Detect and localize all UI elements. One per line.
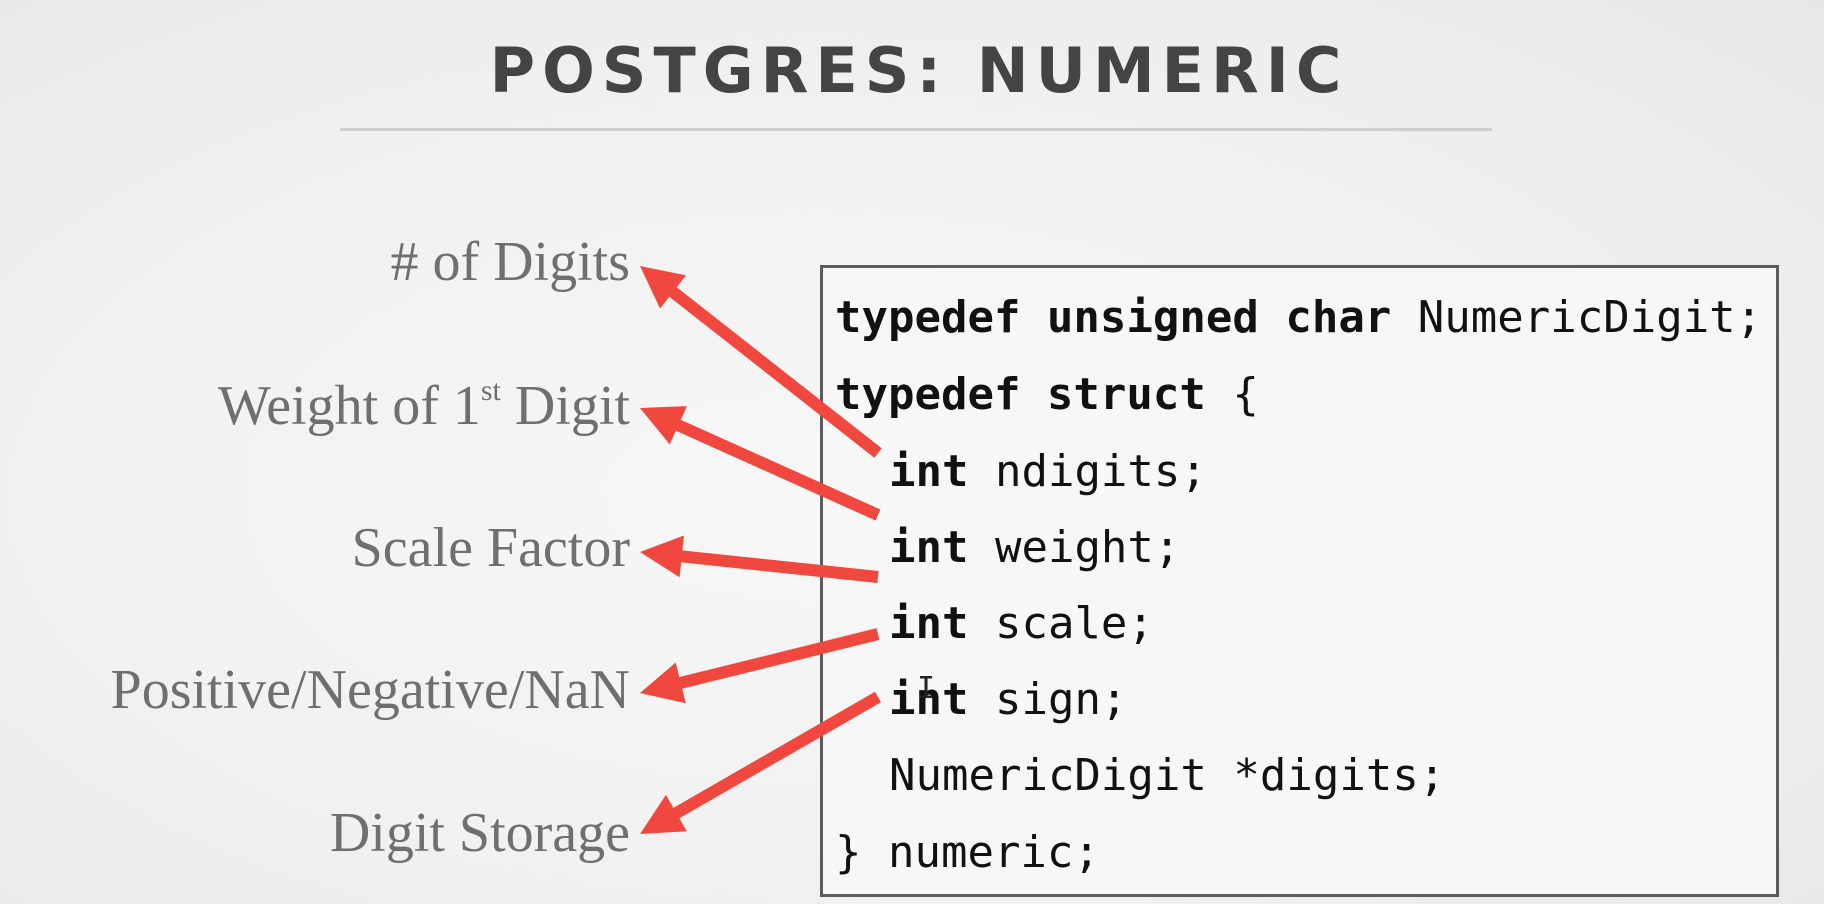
code-line-weight: int weight;	[889, 526, 1180, 570]
code-line-typedef-struct: typedef struct {	[835, 373, 1259, 417]
label-scale-factor: Scale Factor	[351, 517, 630, 579]
code-line-digits: NumericDigit *digits;	[889, 750, 1446, 801]
arrow-weight-head	[640, 406, 687, 445]
label-weight-first-digit: Weight of 1st Digit	[217, 375, 630, 437]
code-line-close: } numeric;	[835, 827, 1100, 878]
code-text: scale;	[968, 598, 1154, 649]
code-line-ndigits: int ndigits;	[889, 450, 1207, 494]
arrow-digits-head	[640, 794, 687, 834]
arrow-ndigits-head	[640, 266, 686, 309]
code-keyword: int	[889, 446, 969, 497]
text-cursor-icon: I	[917, 671, 936, 706]
title-divider	[340, 128, 1492, 131]
code-keyword: typedef struct	[835, 369, 1206, 420]
code-keyword: int	[889, 522, 969, 573]
label-sign: Positive/Negative/NaN	[110, 659, 630, 721]
code-text: ndigits;	[968, 446, 1207, 497]
code-keyword: int	[889, 598, 969, 649]
code-text: NumericDigit;	[1391, 292, 1763, 343]
code-text: sign;	[968, 674, 1128, 725]
label-weight-pre: Weight of 1	[217, 375, 481, 437]
label-weight-post: Digit	[500, 375, 630, 437]
code-block: typedef unsigned char NumericDigit; type…	[820, 265, 1779, 897]
code-text: {	[1205, 369, 1259, 420]
code-line-typedef-digit: typedef unsigned char NumericDigit;	[835, 296, 1762, 340]
arrow-scale-head	[640, 535, 684, 578]
slide-title: POSTGRES: NUMERIC	[489, 34, 1349, 107]
label-weight-sup: st	[480, 374, 501, 407]
code-text: weight;	[968, 522, 1181, 573]
label-num-digits: # of Digits	[390, 231, 630, 293]
arrow-sign-head	[640, 662, 686, 704]
label-digit-storage: Digit Storage	[329, 802, 630, 864]
code-line-scale: int scale;	[889, 602, 1154, 646]
code-keyword: typedef unsigned char	[835, 292, 1392, 343]
